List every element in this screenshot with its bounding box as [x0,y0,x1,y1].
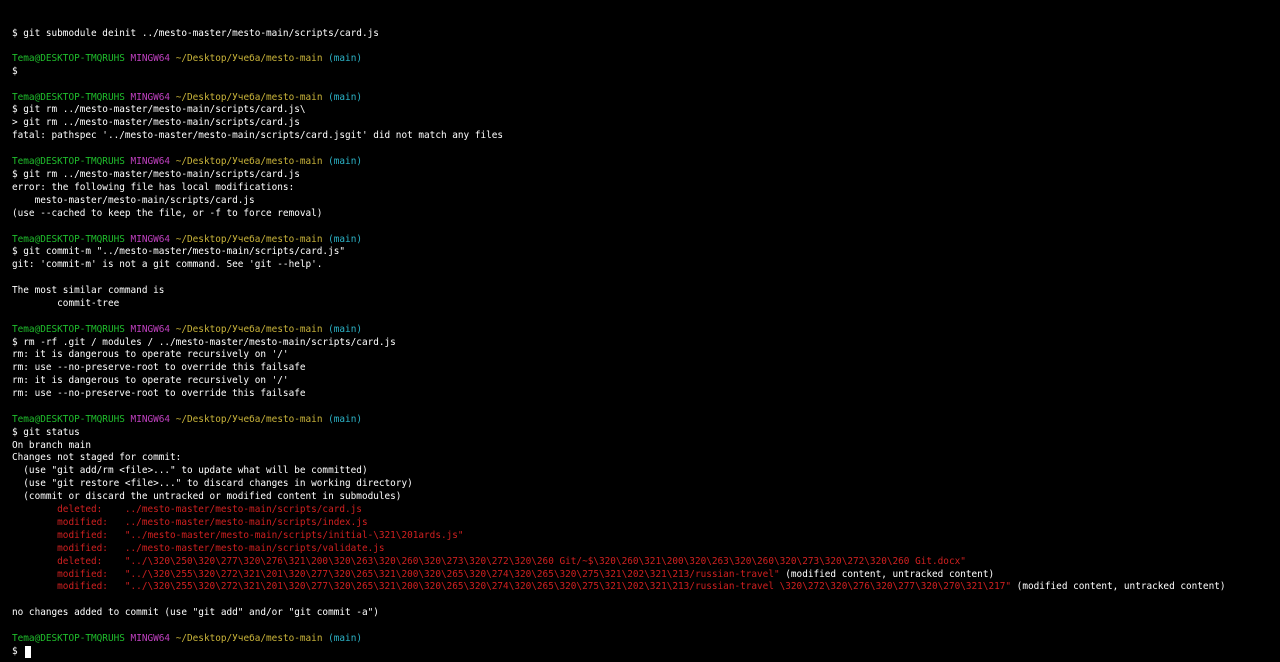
prompt-shell: MINGW64 [130,53,171,64]
prompt-branch: (main) [328,633,362,644]
output-line: rm: it is dangerous to operate recursive… [12,349,289,360]
output-line: rm: use --no-preserve-root to override t… [12,388,306,399]
output-line: (use --cached to keep the file, or -f to… [12,208,323,219]
prompt-line: Tema@DESKTOP-TMQRUHS MINGW64 ~/Desktop/У… [12,92,362,104]
command-line: $ git commit-m "../mesto-master/mesto-ma… [12,246,346,257]
prompt-path: ~/Desktop/Учеба/mesto-main [175,234,323,245]
status-modified-line: modified: "../\320\255\320\272\321\201\3… [12,569,994,581]
status-modified-line: modified: ../mesto-master/mesto-main/scr… [12,543,385,554]
prompt-branch: (main) [328,324,362,335]
output-line: $ git submodule deinit ../mesto-master/m… [12,28,379,39]
prompt-user-host: Tema@DESKTOP-TMQRUHS [12,234,125,245]
prompt-line: Tema@DESKTOP-TMQRUHS MINGW64 ~/Desktop/У… [12,324,362,336]
status-path: modified: "../\320\255\320\272\321\201\3… [12,581,1012,592]
prompt-user-host: Tema@DESKTOP-TMQRUHS [12,414,125,425]
prompt-shell: MINGW64 [130,234,171,245]
output-line: (commit or discard the untracked or modi… [12,491,402,502]
status-note: (modified content, untracked content) [1011,581,1226,592]
prompt-line: Tema@DESKTOP-TMQRUHS MINGW64 ~/Desktop/У… [12,156,362,168]
prompt-line: Tema@DESKTOP-TMQRUHS MINGW64 ~/Desktop/У… [12,414,362,426]
prompt-user-host: Tema@DESKTOP-TMQRUHS [12,156,125,167]
status-modified-line: modified: ../mesto-master/mesto-main/scr… [12,517,368,528]
prompt-shell: MINGW64 [130,324,171,335]
prompt-line: Tema@DESKTOP-TMQRUHS MINGW64 ~/Desktop/У… [12,53,362,65]
output-line: Changes not staged for commit: [12,452,182,463]
prompt-branch: (main) [328,414,362,425]
command-line: $ git rm ../mesto-master/mesto-main/scri… [12,169,300,180]
output-line: rm: use --no-preserve-root to override t… [12,362,306,373]
output-line: fatal: pathspec '../mesto-master/mesto-m… [12,130,504,141]
output-line: error: the following file has local modi… [12,182,295,193]
prompt-branch: (main) [328,234,362,245]
prompt-path: ~/Desktop/Учеба/mesto-main [175,633,323,644]
prompt-user-host: Tema@DESKTOP-TMQRUHS [12,633,125,644]
output-line: mesto-master/mesto-main/scripts/card.js [12,195,255,206]
prompt-path: ~/Desktop/Учеба/mesto-main [175,414,323,425]
command-input-line[interactable]: $ [12,646,32,658]
text-cursor[interactable] [25,646,32,658]
output-line: commit-tree [12,298,120,309]
output-line: (use "git add/rm <file>..." to update wh… [12,465,368,476]
prompt-shell: MINGW64 [130,414,171,425]
prompt-symbol: $ [12,646,18,657]
status-path: modified: "../\320\255\320\272\321\201\3… [12,569,780,580]
command-line: > git rm ../mesto-master/mesto-main/scri… [12,117,300,128]
terminal-window[interactable]: $ git submodule deinit ../mesto-master/m… [0,0,1280,662]
command-line: $ git status [12,427,80,438]
prompt-shell: MINGW64 [130,156,171,167]
status-deleted-line: deleted: "../\320\250\320\277\320\276\32… [12,556,966,567]
status-note: (modified content, untracked content) [779,569,995,580]
command-line: $ rm -rf .git / modules / ../mesto-maste… [12,337,396,348]
prompt-user-host: Tema@DESKTOP-TMQRUHS [12,324,125,335]
status-modified-line: modified: "../mesto-master/mesto-main/sc… [12,530,464,541]
output-line: On branch main [12,440,92,451]
prompt-user-host: Tema@DESKTOP-TMQRUHS [12,53,125,64]
command-line: $ git rm ../mesto-master/mesto-main/scri… [12,104,306,115]
output-line: The most similar command is [12,285,165,296]
output-line: git: 'commit-m' is not a git command. Se… [12,259,323,270]
prompt-path: ~/Desktop/Учеба/mesto-main [175,92,323,103]
prompt-path: ~/Desktop/Учеба/mesto-main [175,324,323,335]
prompt-line: Tema@DESKTOP-TMQRUHS MINGW64 ~/Desktop/У… [12,234,362,246]
status-deleted-line: deleted: ../mesto-master/mesto-main/scri… [12,504,362,515]
output-line: (use "git restore <file>..." to discard … [12,478,413,489]
prompt-path: ~/Desktop/Учеба/mesto-main [175,156,323,167]
prompt-branch: (main) [328,156,362,167]
prompt-shell: MINGW64 [130,92,171,103]
output-line: no changes added to commit (use "git add… [12,607,379,618]
output-line: rm: it is dangerous to operate recursive… [12,375,289,386]
prompt-branch: (main) [328,53,362,64]
prompt-path: ~/Desktop/Учеба/mesto-main [175,53,323,64]
status-modified-line: modified: "../\320\255\320\272\321\201\3… [12,581,1226,593]
prompt-line: Tema@DESKTOP-TMQRUHS MINGW64 ~/Desktop/У… [12,633,362,645]
prompt-branch: (main) [328,92,362,103]
prompt-shell: MINGW64 [130,633,171,644]
command-line: $ [12,66,18,77]
prompt-user-host: Tema@DESKTOP-TMQRUHS [12,92,125,103]
